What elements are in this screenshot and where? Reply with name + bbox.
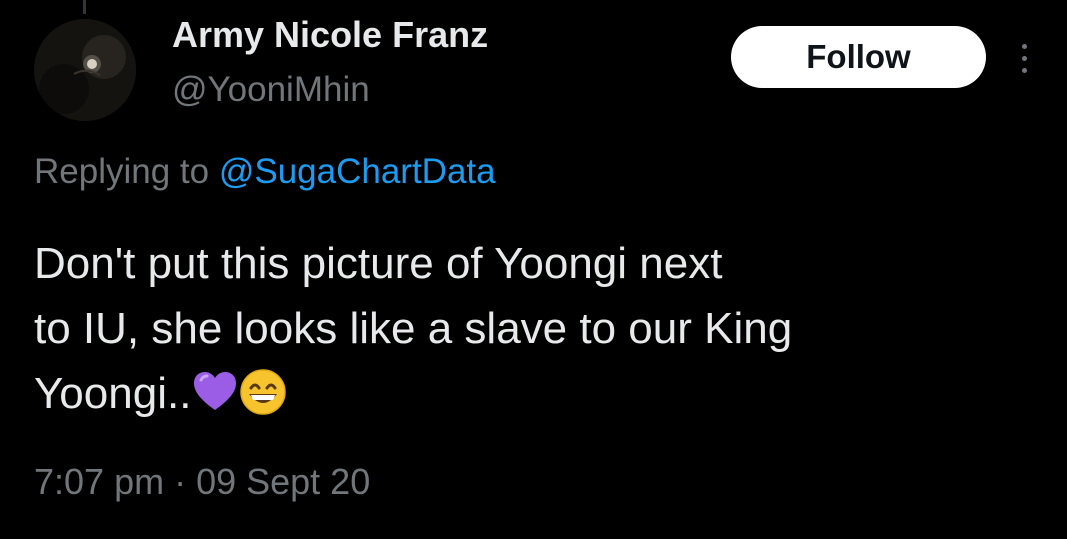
reply-mention-link[interactable]: @SugaChartData	[219, 152, 496, 191]
thread-connector-line	[83, 0, 86, 14]
tweet-text-line-2: to IU, she looks like a slave to our Kin…	[34, 304, 793, 353]
avatar[interactable]	[34, 19, 136, 121]
tweet-text-line-1: Don't put this picture of Yoongi next	[34, 239, 723, 288]
reply-context-prefix: Replying to	[34, 152, 219, 191]
tweet-text-line-3: Yoongi..	[34, 361, 1024, 426]
author-display-name[interactable]: Army Nicole Franz	[172, 14, 488, 56]
tweet-text: Don't put this picture of Yoongi next to…	[34, 231, 1024, 426]
author-handle[interactable]: @YooniMhin	[172, 70, 370, 110]
avatar-image	[34, 19, 136, 121]
purple-heart-icon	[194, 372, 237, 410]
follow-button[interactable]: Follow	[731, 26, 986, 88]
tweet-timestamp[interactable]: 7:07 pm · 09 Sept 20	[34, 461, 370, 503]
reply-context: Replying to @SugaChartData	[34, 152, 496, 192]
grinning-face-icon	[240, 369, 287, 415]
tweet-text-line-3-text: Yoongi..	[34, 369, 192, 418]
more-options-icon[interactable]	[1009, 36, 1039, 80]
